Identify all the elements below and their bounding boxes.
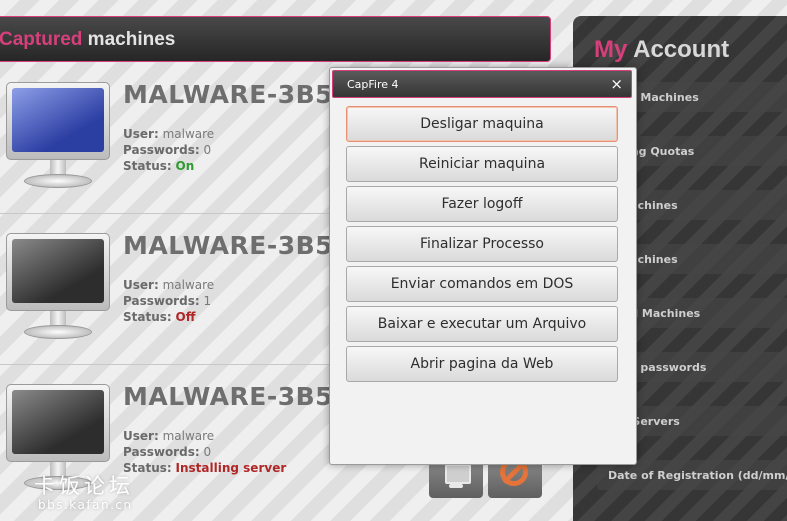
machine-2-passwords: Passwords: 1 <box>123 294 212 308</box>
machine-2-monitor-icon[interactable] <box>6 233 110 343</box>
watermark-url: bbs.kafan.cn <box>38 498 133 512</box>
machine-2-status: Status: Off <box>123 310 196 324</box>
account-title: My Account <box>594 36 729 64</box>
captured-machines-title: Captured machines <box>0 29 175 51</box>
download-execute-file-button[interactable]: Baixar e executar um Arquivo <box>346 306 618 342</box>
kill-process-button[interactable]: Finalizar Processo <box>346 226 618 262</box>
dialog-title: CapFire 4 <box>347 78 399 91</box>
watermark-logo: 卡饭论坛 <box>34 474 134 498</box>
send-dos-commands-button[interactable]: Enviar comandos em DOS <box>346 266 618 302</box>
machine-2-status-value: Off <box>175 310 196 324</box>
monitor-icon <box>445 464 471 484</box>
machine-1-passwords: Passwords: 0 <box>123 143 212 157</box>
machine-3-passwords: Passwords: 0 <box>123 445 212 459</box>
dialog-titlebar[interactable]: CapFire 4 × <box>332 70 632 98</box>
machine-3-user: User: malware <box>123 429 215 443</box>
captured-machines-header: Captured machines <box>0 16 551 62</box>
captured-title-rest: machines <box>82 29 176 50</box>
account-title-accent: My <box>594 36 628 63</box>
captured-title-accent: Captured <box>0 29 83 50</box>
logoff-button[interactable]: Fazer logoff <box>346 186 618 222</box>
machine-3-status: Status: Installing server <box>123 461 287 475</box>
account-registration-date: Date of Registration (dd/mm/yy) <box>608 469 787 482</box>
machine-1-monitor-icon[interactable] <box>6 82 110 192</box>
machine-1-user: User: malware <box>123 127 215 141</box>
machine-2-user: User: malware <box>123 278 215 292</box>
close-icon[interactable]: × <box>610 75 623 93</box>
machine-1-name[interactable]: MALWARE-3B59 <box>123 80 343 110</box>
restart-machine-button[interactable]: Reiniciar maquina <box>346 146 618 182</box>
capfire-dialog: CapFire 4 × Desligar maquina Reiniciar m… <box>329 67 637 465</box>
machine-1-status-value: On <box>175 159 195 173</box>
open-web-page-button[interactable]: Abrir pagina da Web <box>346 346 618 382</box>
machine-2-name[interactable]: MALWARE-3B59 <box>123 231 343 261</box>
account-title-rest: Account <box>627 36 730 63</box>
machine-3-name[interactable]: MALWARE-3B59 <box>123 382 343 412</box>
machine-3-status-value: Installing server <box>175 461 287 475</box>
shutdown-machine-button[interactable]: Desligar maquina <box>346 106 618 142</box>
machine-1-status: Status: On <box>123 159 195 173</box>
